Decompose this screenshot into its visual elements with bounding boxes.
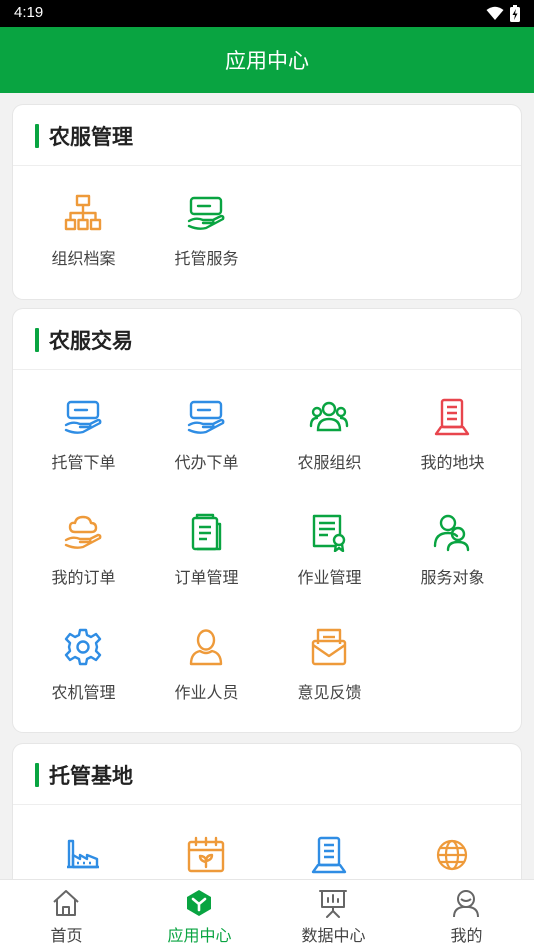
app-item-trust-service[interactable]: 托管服务 [145,193,268,293]
app-item-label: 代办下单 [174,453,239,472]
app-item-label: 托管下单 [51,453,116,472]
app-item-workers[interactable]: 作业人员 [145,627,268,727]
app-item-feedback[interactable]: 意见反馈 [268,627,391,727]
section-accent-bar [35,763,39,787]
tab-label: 应用中心 [167,926,232,945]
app-item-label: 作业管理 [297,568,362,587]
app-item-label: 农机管理 [51,683,116,702]
certificate-icon [312,514,346,552]
section-card-nongfu-management: 农服管理 组织档案 托管服务 [13,105,521,299]
app-item-base-globe[interactable] [391,835,514,879]
users-icon [433,514,470,552]
section-title: 农服管理 [49,125,133,149]
app-item-proxy-order[interactable]: 代办下单 [145,397,268,497]
factory-icon [67,839,99,869]
app-item-org-archive[interactable]: 组织档案 [22,193,145,293]
app-item-label: 我的订单 [51,568,116,587]
app-item-service-target[interactable]: 服务对象 [391,512,514,612]
tab-home[interactable]: 首页 [0,880,133,950]
tab-mine[interactable]: 我的 [400,880,533,950]
hand-card-icon [64,400,102,434]
section-grid [13,805,521,879]
tab-label: 我的 [450,926,483,945]
app-item-label: 订单管理 [174,568,239,587]
tab-label: 数据中心 [301,926,366,945]
hand-card-icon [187,196,225,230]
battery-icon [510,5,520,22]
envelope-icon [311,628,347,666]
bottom-tab-bar: 首页 应用中心 数据中心 我的 [0,879,534,950]
section-grid: 组织档案 托管服务 [13,166,521,298]
app-item-label: 意见反馈 [297,683,362,702]
section-card-trust-base: 托管基地 [13,744,521,879]
app-header: 应用中心 [0,27,534,93]
home-icon [53,890,79,916]
app-item-trust-order[interactable]: 托管下单 [22,397,145,497]
app-center-icon [187,890,211,916]
app-item-label: 服务对象 [420,568,485,587]
app-item-label: 托管服务 [174,249,239,268]
group-icon [309,401,349,432]
section-accent-bar [35,328,39,352]
data-board-icon [319,890,347,918]
app-item-my-orders[interactable]: 我的订单 [22,512,145,612]
tab-app-center[interactable]: 应用中心 [133,880,266,950]
app-item-service-org[interactable]: 农服组织 [268,397,391,497]
section-header: 农服交易 [13,309,521,370]
app-item-order-management[interactable]: 订单管理 [145,512,268,612]
app-item-base-calendar[interactable] [145,835,268,879]
globe-icon [436,839,468,871]
tab-label: 首页 [50,926,83,945]
section-title: 农服交易 [49,329,133,353]
section-grid: 托管下单 代办下单 农服组织 我的地块 我的订单 订单管理 作业管理 服务对象 … [13,370,521,731]
hand-card-icon [187,400,225,434]
content-scroll[interactable]: 农服管理 组织档案 托管服务 农服交易 托管下单 代办下单 农服组织 我的地块 … [0,93,534,879]
app-item-machine-management[interactable]: 农机管理 [22,627,145,727]
app-item-label: 我的地块 [420,453,485,472]
status-time: 4:19 [14,4,44,21]
app-item-my-field[interactable]: 我的地块 [391,397,514,497]
calendar-plant-icon [187,836,225,873]
status-bar: 4:19 [0,0,534,27]
app-item-label: 组织档案 [51,249,116,268]
app-item-base-factory[interactable] [22,835,145,879]
section-header: 托管基地 [13,744,521,805]
wifi-icon [486,6,504,20]
page-title: 应用中心 [225,49,309,73]
person-icon [189,629,223,666]
tab-data-center[interactable]: 数据中心 [267,880,400,950]
clipboard-icon [191,513,222,551]
gear-icon [64,628,102,666]
cloud-hand-icon [64,515,102,549]
section-accent-bar [35,124,39,148]
section-header: 农服管理 [13,105,521,166]
section-card-nongfu-trade: 农服交易 托管下单 代办下单 农服组织 我的地块 我的订单 订单管理 作业管理 … [13,309,521,732]
field-doc-icon [434,398,470,436]
app-item-base-document[interactable] [268,835,391,879]
app-item-label: 农服组织 [297,453,362,472]
app-item-work-management[interactable]: 作业管理 [268,512,391,612]
org-chart-icon [64,194,102,231]
document-stand-icon [311,836,347,874]
section-title: 托管基地 [49,764,133,788]
status-icons [486,5,520,22]
profile-icon [453,890,479,918]
app-item-label: 作业人员 [174,683,239,702]
